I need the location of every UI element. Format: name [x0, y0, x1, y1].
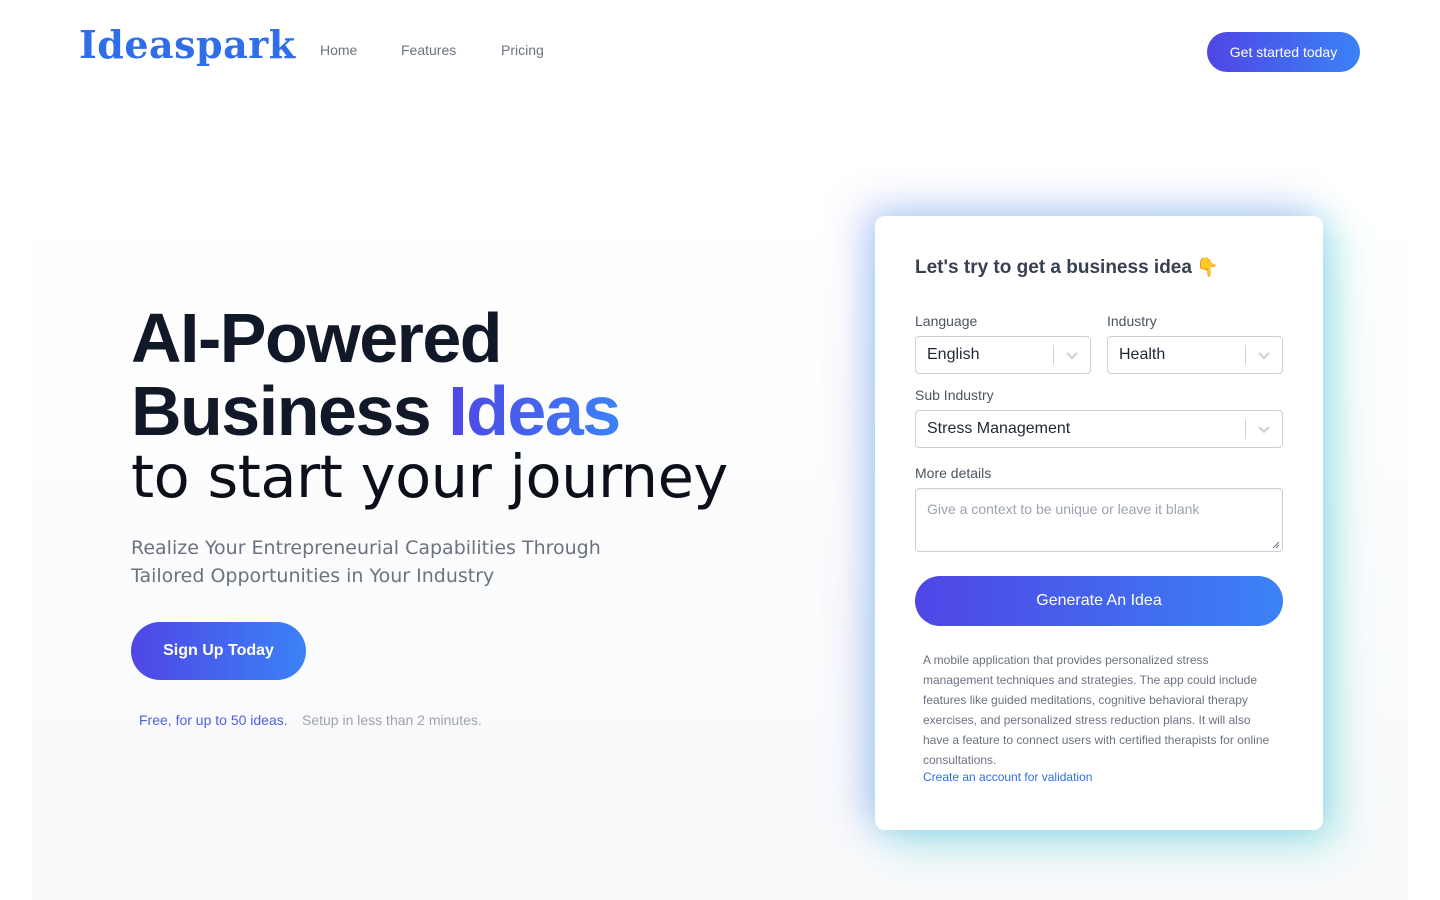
industry-value: Health [1119, 346, 1166, 363]
hero-title-plain: Business [131, 372, 432, 450]
details-placeholder: Give a context to be unique or leave it … [927, 501, 1200, 517]
nav-link-pricing[interactable]: Pricing [501, 42, 544, 58]
form-title-text: Let's try to get a business idea [915, 257, 1192, 278]
language-value: English [927, 346, 980, 363]
sub-industry-select[interactable]: Stress Management [915, 410, 1283, 448]
language-select[interactable]: English [915, 336, 1091, 374]
industry-select[interactable]: Health [1107, 336, 1283, 374]
details-label: More details [915, 465, 992, 481]
hero-subtitle: Realize Your Entrepreneurial Capabilitie… [131, 537, 601, 587]
form-title: Let's try to get a business idea 👇 [915, 257, 1218, 279]
nav-link-features[interactable]: Features [401, 42, 456, 58]
hero-title-line2: Business Ideas [131, 372, 621, 450]
generate-idea-button[interactable]: Generate An Idea [915, 576, 1283, 626]
idea-form-card: Let's try to get a business idea 👇 Langua… [875, 216, 1323, 830]
language-label: Language [915, 313, 978, 329]
logo[interactable]: Ideaspark [79, 22, 296, 67]
chevron-down-icon[interactable] [1064, 347, 1080, 363]
select-separator [1245, 419, 1246, 439]
details-textarea[interactable]: Give a context to be unique or leave it … [915, 488, 1283, 552]
nav-link-home[interactable]: Home [320, 42, 357, 58]
pointing-down-icon: 👇 [1195, 257, 1219, 277]
get-started-button[interactable]: Get started today [1207, 32, 1360, 72]
hero-title-accent: Ideas [448, 372, 621, 450]
sub-industry-value: Stress Management [927, 420, 1071, 437]
sub-industry-label: Sub Industry [915, 387, 994, 403]
hero-title-line1: AI-Powered [131, 299, 503, 377]
resize-handle-icon[interactable] [1272, 541, 1280, 549]
sign-up-button[interactable]: Sign Up Today [131, 622, 306, 680]
select-separator [1053, 345, 1054, 365]
hero-title-line3: to start your journey [131, 442, 728, 511]
create-account-link[interactable]: Create an account for validation [923, 770, 1092, 784]
chevron-down-icon[interactable] [1256, 421, 1272, 437]
top-nav: Ideaspark Home Features Pricing Get star… [0, 0, 1440, 104]
free-note: Free, for up to 50 ideas. [139, 712, 288, 728]
setup-note: Setup in less than 2 minutes. [302, 712, 482, 728]
idea-result-text: A mobile application that provides perso… [923, 653, 1270, 767]
industry-label: Industry [1107, 313, 1157, 329]
select-separator [1245, 345, 1246, 365]
chevron-down-icon[interactable] [1256, 347, 1272, 363]
